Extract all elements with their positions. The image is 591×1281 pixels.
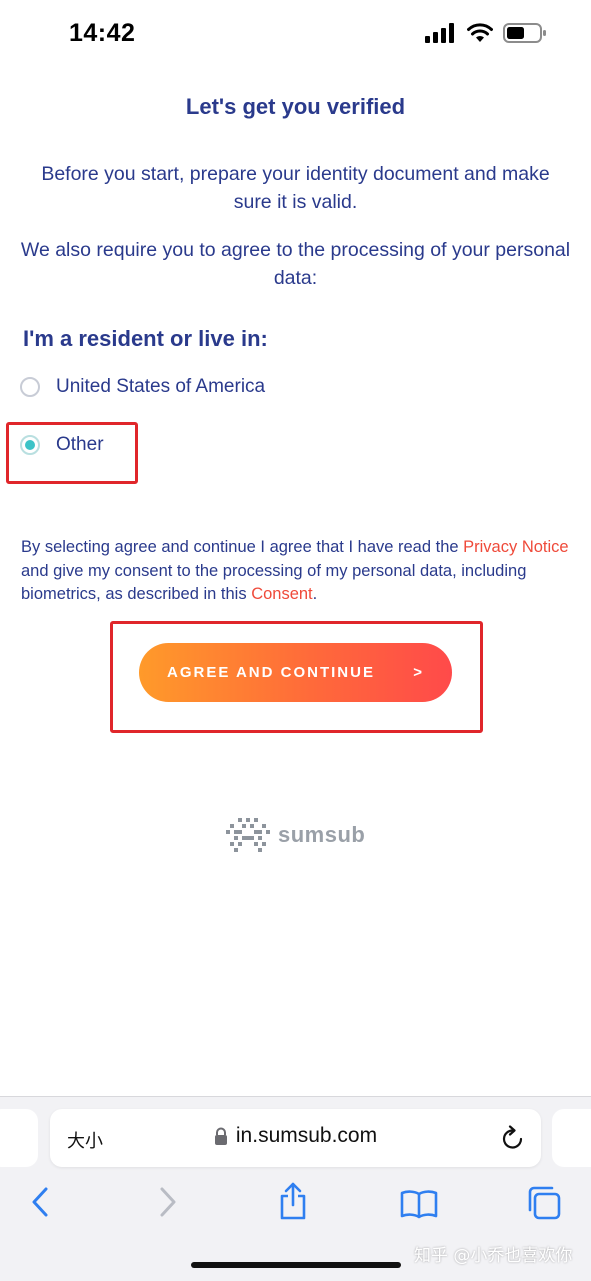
consent-text-part1: By selecting agree and continue I agree … (21, 538, 464, 556)
forward-icon[interactable] (156, 1185, 180, 1219)
radio-option-other[interactable]: Other (20, 434, 104, 456)
wifi-icon (467, 23, 493, 42)
radio-label-other: Other (56, 434, 104, 455)
consent-text: By selecting agree and continue I agree … (21, 536, 573, 607)
battery-icon (503, 23, 546, 43)
status-icons (425, 22, 547, 44)
share-icon[interactable] (278, 1181, 308, 1221)
url-display[interactable]: in.sumsub.com (50, 1124, 541, 1148)
status-time: 14:42 (69, 19, 136, 47)
bookmarks-icon[interactable] (400, 1189, 438, 1219)
radio-button-usa[interactable] (20, 377, 40, 397)
next-tab-preview[interactable] (552, 1109, 591, 1167)
url-text: in.sumsub.com (235, 1124, 378, 1147)
lock-icon (214, 1127, 227, 1146)
previous-tab-preview[interactable] (0, 1109, 38, 1167)
chevron-right-icon: > (413, 664, 424, 681)
address-bar[interactable]: 大小 in.sumsub.com (50, 1109, 541, 1167)
residence-label: I'm a resident or live in: (23, 326, 268, 351)
consent-link[interactable]: Consent (251, 585, 312, 603)
tabs-icon[interactable] (526, 1186, 562, 1220)
page-title: Let's get you verified (185, 94, 406, 119)
radio-option-usa[interactable]: United States of America (20, 376, 265, 398)
radio-button-other[interactable] (20, 435, 40, 455)
privacy-notice-link[interactable]: Privacy Notice (463, 538, 568, 556)
radio-label-usa: United States of America (56, 376, 266, 397)
consent-text-part3: . (312, 585, 318, 603)
sumsub-logo-icon (226, 818, 270, 852)
agree-button-label: AGREE AND CONTINUE (167, 664, 375, 681)
intro-text-1: Before you start, prepare your identity … (41, 163, 550, 213)
cellular-signal-icon (425, 23, 454, 43)
home-indicator[interactable] (191, 1262, 401, 1268)
sumsub-logo-text: sumsub (278, 822, 366, 847)
agree-and-continue-button[interactable]: AGREE AND CONTINUE > (139, 643, 452, 702)
status-bar: 14:42 (0, 0, 591, 70)
watermark-text: 知乎 @小乔也喜欢你 (414, 1246, 573, 1266)
intro-text-2: We also require you to agree to the proc… (20, 239, 571, 289)
reload-icon[interactable] (501, 1125, 525, 1151)
sumsub-logo: sumsub (226, 818, 365, 852)
back-icon[interactable] (28, 1185, 52, 1219)
